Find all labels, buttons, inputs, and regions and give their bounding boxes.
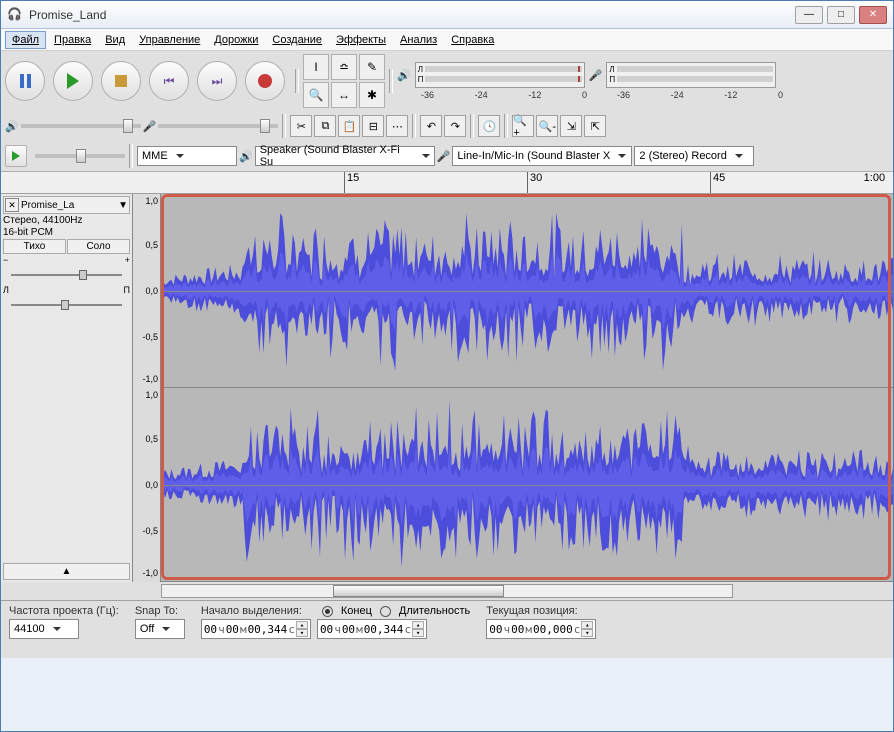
- toolbar-area: ⏮ ⏭ I ≏ ✎ 🔍 ↔ ✱ 🔊 Л П 🎤: [1, 51, 893, 172]
- track-name[interactable]: Promise_La: [19, 200, 118, 211]
- pan-slider[interactable]: [3, 300, 130, 310]
- record-meter[interactable]: Л П: [606, 62, 776, 88]
- app-icon: [7, 7, 23, 23]
- selection-start-time[interactable]: 00ч 00м 00,344с ▴▾: [201, 619, 311, 639]
- sel-len-label[interactable]: Длительность: [399, 605, 470, 617]
- envelope-tool-icon[interactable]: ≏: [331, 54, 357, 80]
- menubar: Файл Правка Вид Управление Дорожки Созда…: [1, 29, 893, 51]
- speaker-icon: 🔊: [397, 69, 411, 82]
- selection-start-label: Начало выделения:: [201, 605, 302, 617]
- menu-file[interactable]: Файл: [5, 31, 46, 49]
- meter-right-label: П: [418, 75, 424, 84]
- tools-grid: I ≏ ✎ 🔍 ↔ ✱: [303, 54, 385, 108]
- menu-effects[interactable]: Эффекты: [330, 32, 392, 48]
- fit-selection-icon[interactable]: ⇲: [560, 115, 582, 137]
- stop-button[interactable]: [101, 61, 141, 101]
- playback-meter[interactable]: Л П: [415, 62, 585, 88]
- timeshift-tool-icon[interactable]: ↔: [331, 82, 357, 108]
- close-button[interactable]: ✕: [859, 6, 887, 24]
- mute-button[interactable]: Тихо: [3, 239, 66, 254]
- cut-icon[interactable]: ✂: [290, 115, 312, 137]
- zoom-in-icon[interactable]: 🔍+: [512, 115, 534, 137]
- track-format: Стерео, 44100Hz: [3, 215, 130, 226]
- track-menu-arrow[interactable]: ▼: [118, 200, 128, 211]
- app-window: Promise_Land — □ ✕ Файл Правка Вид Управ…: [0, 0, 894, 732]
- sel-len-radio[interactable]: [380, 606, 391, 617]
- selection-tool-icon[interactable]: I: [303, 54, 329, 80]
- maximize-button[interactable]: □: [827, 6, 855, 24]
- scale-column: 1,0 0,5 0,0 -0,5 -1,0 1,0 0,5 0,0 -0,5 -…: [133, 194, 161, 582]
- channels-combo[interactable]: 2 (Stereo) Record: [634, 146, 754, 166]
- record-volume-slider[interactable]: [158, 124, 278, 128]
- menu-edit[interactable]: Правка: [48, 32, 97, 48]
- menu-help[interactable]: Справка: [445, 32, 500, 48]
- menu-view[interactable]: Вид: [99, 32, 131, 48]
- speaker-icon: 🔊: [239, 150, 253, 163]
- audio-position-label: Текущая позиция:: [486, 605, 596, 617]
- playback-volume-slider[interactable]: [21, 124, 141, 128]
- titlebar: Promise_Land — □ ✕: [1, 1, 893, 29]
- output-device-combo[interactable]: Speaker (Sound Blaster X-Fi Su: [255, 146, 435, 166]
- menu-transport[interactable]: Управление: [133, 32, 206, 48]
- undo-icon[interactable]: ↶: [420, 115, 442, 137]
- tracks-area: ✕ Promise_La ▼ Стерео, 44100Hz 16-bit PC…: [1, 194, 893, 582]
- draw-tool-icon[interactable]: ✎: [359, 54, 385, 80]
- menu-tracks[interactable]: Дорожки: [208, 32, 264, 48]
- timeline-ruler[interactable]: 15 30 45 1:00: [1, 172, 893, 194]
- copy-icon[interactable]: ⧉: [314, 115, 336, 137]
- input-device-combo[interactable]: Line-In/Mic-In (Sound Blaster X: [452, 146, 632, 166]
- track-info-panel: ✕ Promise_La ▼ Стерео, 44100Hz 16-bit PC…: [1, 194, 133, 582]
- solo-button[interactable]: Соло: [67, 239, 130, 254]
- pause-button[interactable]: [5, 61, 45, 101]
- project-rate-combo[interactable]: 44100: [9, 619, 79, 639]
- mic-icon: 🎤: [437, 150, 451, 163]
- fit-project-icon[interactable]: ⇱: [584, 115, 606, 137]
- sync-lock-icon[interactable]: 🕓: [478, 115, 500, 137]
- skip-start-button[interactable]: ⏮: [149, 61, 189, 101]
- audio-host-combo[interactable]: MME: [137, 146, 237, 166]
- sel-end-label[interactable]: Конец: [341, 605, 372, 617]
- multi-tool-icon[interactable]: ✱: [359, 82, 385, 108]
- zoom-out-icon[interactable]: 🔍-: [536, 115, 558, 137]
- track-bitdepth: 16-bit PCM: [3, 227, 130, 238]
- waveform-area[interactable]: [161, 194, 893, 582]
- menu-analyze[interactable]: Анализ: [394, 32, 443, 48]
- track-close-button[interactable]: ✕: [5, 198, 19, 212]
- record-button[interactable]: [245, 61, 285, 101]
- mic-icon: 🎤: [589, 69, 603, 82]
- minimize-button[interactable]: —: [795, 6, 823, 24]
- window-title: Promise_Land: [29, 8, 795, 22]
- selection-end-time[interactable]: 00ч 00м 00,344с ▴▾: [317, 619, 427, 639]
- play-button[interactable]: [53, 61, 93, 101]
- paste-icon[interactable]: 📋: [338, 115, 360, 137]
- project-rate-label: Частота проекта (Гц):: [9, 605, 119, 617]
- silence-icon[interactable]: ⋯: [386, 115, 408, 137]
- play-at-speed-button[interactable]: [5, 145, 27, 167]
- skip-end-button[interactable]: ⏭: [197, 61, 237, 101]
- redo-icon[interactable]: ↷: [444, 115, 466, 137]
- meter-left-label: Л: [418, 65, 423, 74]
- gain-slider[interactable]: [3, 270, 130, 280]
- speaker-icon: 🔊: [5, 120, 19, 133]
- sel-end-radio[interactable]: [322, 606, 333, 617]
- audio-position-time[interactable]: 00ч 00м 00,000с ▴▾: [486, 619, 596, 639]
- trim-icon[interactable]: ⊟: [362, 115, 384, 137]
- horizontal-scrollbar[interactable]: [1, 582, 893, 600]
- snap-combo[interactable]: Off: [135, 619, 185, 639]
- playback-speed-slider[interactable]: [35, 154, 125, 158]
- selection-toolbar: Частота проекта (Гц): 44100 Snap To: Off…: [1, 600, 893, 658]
- zoom-tool-icon[interactable]: 🔍: [303, 82, 329, 108]
- menu-generate[interactable]: Создание: [266, 32, 328, 48]
- record-meter-ticks: -36-24-120: [615, 90, 785, 100]
- collapse-button[interactable]: ▲: [3, 563, 130, 580]
- snap-label: Snap To:: [135, 605, 185, 617]
- mic-icon: 🎤: [143, 120, 157, 133]
- playback-meter-ticks: -36-24-120: [419, 90, 589, 100]
